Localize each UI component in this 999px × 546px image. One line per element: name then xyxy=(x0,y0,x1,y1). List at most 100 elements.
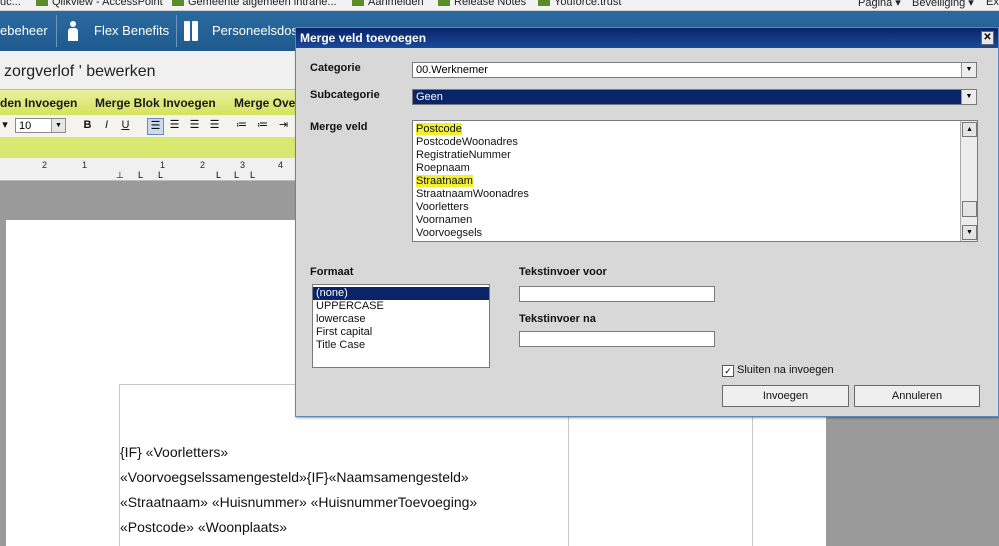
nav-item-beheer[interactable]: ebeheer xyxy=(0,11,48,51)
tekst-na-input[interactable] xyxy=(519,331,715,347)
favorite-item[interactable]: Release Notes xyxy=(438,0,526,8)
folders-icon xyxy=(184,21,200,41)
numbered-list-icon[interactable]: ≔ xyxy=(255,118,270,133)
list-scrollbar[interactable]: ▲ ▼ xyxy=(960,121,977,241)
nav-item-personeelsdossier[interactable]: Personeelsdos xyxy=(212,11,298,51)
chevron-down-icon: ▼ xyxy=(961,63,976,77)
list-item[interactable]: StraatnaamWoonadres xyxy=(413,188,977,201)
mergeveld-label: Merge veld xyxy=(310,121,368,133)
tekst-voor-input[interactable] xyxy=(519,286,715,302)
list-item[interactable]: Voorvoegsels xyxy=(413,227,977,240)
dialog-title-bar[interactable]: Merge veld toevoegen ✕ xyxy=(296,28,998,48)
tab-stop-icon[interactable]: L xyxy=(158,170,163,180)
categorie-select[interactable]: 00.Werknemer ▼ xyxy=(412,62,977,78)
ribbon-item-merge-overig[interactable]: Merge Ove xyxy=(234,96,295,110)
list-item[interactable]: lowercase xyxy=(313,313,489,326)
list-item[interactable]: Roepnaam xyxy=(413,162,977,175)
list-item[interactable]: Postcode xyxy=(413,123,977,136)
tab-stop-icon[interactable]: L xyxy=(234,170,239,180)
align-left-icon[interactable]: ☰ xyxy=(147,118,164,135)
favorite-label: Aanmelden xyxy=(368,0,424,8)
ruler-number: 2 xyxy=(200,160,206,170)
ruler-number: 4 xyxy=(278,160,284,170)
list-item[interactable]: First capital xyxy=(313,326,489,339)
list-item[interactable]: Title Case xyxy=(313,339,489,352)
chevron-down-icon: ▼ xyxy=(51,119,65,132)
sluiten-label: Sluiten na invoegen xyxy=(737,364,834,376)
favorite-item[interactable]: Gemeente algemeen intrane... xyxy=(172,0,337,8)
person-icon xyxy=(68,21,78,41)
list-item[interactable]: Voorletters xyxy=(413,201,977,214)
underline-button[interactable]: U xyxy=(118,118,133,133)
invoegen-button[interactable]: Invoegen xyxy=(722,385,849,407)
tekst-voor-label: Tekstinvoer voor xyxy=(519,266,607,278)
dropdown-arrow-icon[interactable]: ▾ xyxy=(0,118,10,133)
scroll-thumb[interactable] xyxy=(962,201,977,217)
favorite-label: Release Notes xyxy=(454,0,527,8)
tab-stop-icon[interactable]: L xyxy=(250,170,255,180)
text-line: «Straatnaam» «Huisnummer» «HuisnummerToe… xyxy=(120,494,478,510)
page-title: zorgverlof ' bewerken xyxy=(4,63,156,80)
sluiten-checkbox[interactable]: ✓ xyxy=(722,365,734,377)
align-justify-icon[interactable]: ☰ xyxy=(207,118,222,133)
ruler-number: 3 xyxy=(240,160,246,170)
security-menu[interactable]: Beveiliging ▾ xyxy=(912,0,974,9)
font-size-select[interactable]: 10 ▼ xyxy=(15,118,66,133)
list-item[interactable]: UPPERCASE xyxy=(313,300,489,313)
extra-menu[interactable]: Ex xyxy=(986,0,999,8)
page-menu[interactable]: Pagina ▾ xyxy=(858,0,901,9)
favorite-icon xyxy=(438,0,450,6)
ribbon-item-merge-blok[interactable]: Merge Blok Invoegen xyxy=(95,96,216,110)
bold-button[interactable]: B xyxy=(80,118,95,133)
ribbon-item-invoegen[interactable]: den Invoegen xyxy=(0,96,77,110)
italic-button[interactable]: I xyxy=(99,118,114,133)
dialog-title: Merge veld toevoegen xyxy=(300,31,427,45)
subcategorie-value: Geen xyxy=(416,91,443,103)
merge-field-list[interactable]: Postcode PostcodeWoonadres RegistratieNu… xyxy=(412,120,978,242)
favorite-item[interactable]: Qlikview - AccessPoint xyxy=(36,0,163,8)
subcategorie-select[interactable]: Geen ▼ xyxy=(412,89,977,105)
bullet-list-icon[interactable]: ≔ xyxy=(234,118,249,133)
indent-icon[interactable]: ⇥ xyxy=(276,118,291,133)
text-line: «Voorvoegselssamengesteld»{IF}«Naamsamen… xyxy=(120,469,469,485)
tab-stop-icon[interactable]: L xyxy=(216,170,221,180)
favorite-label: Qlikview - AccessPoint xyxy=(52,0,163,8)
ruler[interactable]: 2 1 1 2 3 4 ⊥ L L L L L xyxy=(0,158,300,181)
favorite-label: Youforce.trust xyxy=(554,0,622,8)
favorite-label: Gemeente algemeen intrane... xyxy=(188,0,337,8)
annuleren-button[interactable]: Annuleren xyxy=(854,385,980,407)
list-item[interactable]: Voornamen xyxy=(413,214,977,227)
favorite-icon xyxy=(172,0,184,6)
formaat-label: Formaat xyxy=(310,266,354,278)
nav-item-flex-benefits[interactable]: Flex Benefits xyxy=(94,11,169,51)
list-item[interactable]: PostcodeWoonadres xyxy=(413,136,977,149)
tab-stop-icon[interactable]: L xyxy=(138,170,143,180)
favorite-item[interactable]: Youforce.trust xyxy=(538,0,621,8)
document-text[interactable]: {IF} «Voorletters» «Voorvoegselssamenges… xyxy=(120,444,477,544)
favorites-bar: uc... Qlikview - AccessPoint Gemeente al… xyxy=(0,0,999,11)
subcategorie-label: Subcategorie xyxy=(310,89,380,101)
scroll-down-icon[interactable]: ▼ xyxy=(962,225,977,240)
ruler-number: 1 xyxy=(160,160,166,170)
scroll-up-icon[interactable]: ▲ xyxy=(962,122,977,137)
font-size-value: 10 xyxy=(19,120,32,132)
format-list[interactable]: (none) UPPERCASE lowercase First capital… xyxy=(312,284,490,368)
favorite-item[interactable]: uc... xyxy=(0,0,21,8)
merge-field-dialog: Merge veld toevoegen ✕ Categorie 00.Werk… xyxy=(295,27,999,417)
nav-divider xyxy=(176,15,177,47)
ruler-number: 2 xyxy=(42,160,48,170)
text-line: {IF} «Voorletters» xyxy=(120,444,229,460)
list-item[interactable]: Straatnaam xyxy=(413,175,977,188)
ruler-number: 1 xyxy=(82,160,88,170)
categorie-value: 00.Werknemer xyxy=(416,64,488,76)
align-center-icon[interactable]: ☰ xyxy=(187,118,202,133)
close-icon[interactable]: ✕ xyxy=(981,31,994,45)
align-right-icon[interactable]: ☰ xyxy=(167,118,182,133)
categorie-label: Categorie xyxy=(310,62,361,74)
list-item[interactable]: (none) xyxy=(313,287,489,300)
tab-stop-icon[interactable]: ⊥ xyxy=(116,170,124,180)
favorite-icon xyxy=(36,0,48,6)
favorite-item[interactable]: Aanmelden xyxy=(352,0,424,8)
list-item[interactable]: RegistratieNummer xyxy=(413,149,977,162)
nav-divider xyxy=(56,15,57,47)
